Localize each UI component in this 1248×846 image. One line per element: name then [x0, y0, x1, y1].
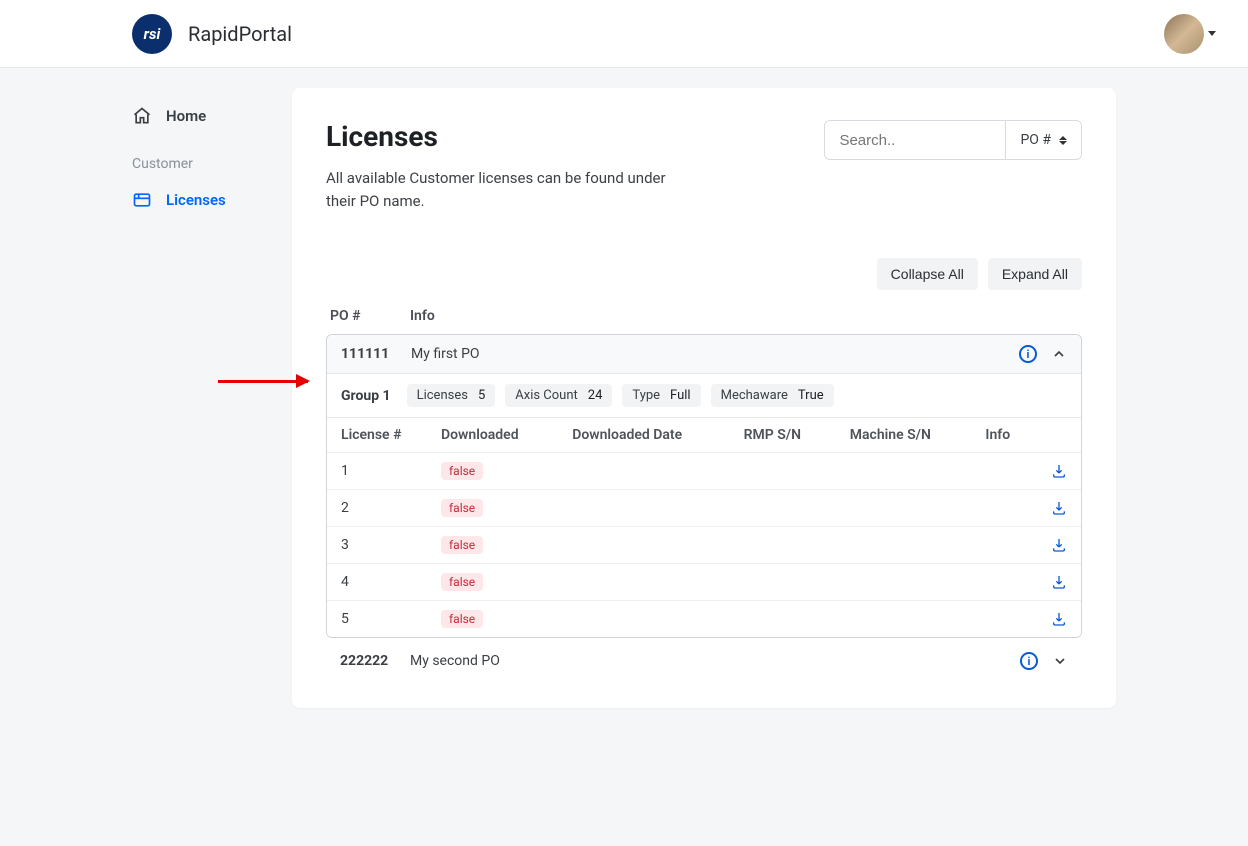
download-icon[interactable] [1051, 537, 1067, 553]
search-filter-label: PO # [1020, 132, 1051, 148]
nav-home-label: Home [166, 107, 206, 125]
th-downloaded-date: Downloaded Date [558, 418, 729, 453]
page-title: Licenses [326, 120, 686, 153]
download-icon[interactable] [1051, 500, 1067, 516]
th-downloaded: Downloaded [427, 418, 558, 453]
nav-section-customer: Customer [132, 136, 272, 180]
search-box: PO # [824, 120, 1082, 160]
cell-downloaded: false [427, 453, 558, 490]
info-icon[interactable]: i [1020, 652, 1038, 670]
sort-icon [1059, 136, 1067, 145]
top-bar: rsi RapidPortal [0, 0, 1248, 68]
table-row: 1false [327, 453, 1081, 490]
th-machine-sn: Machine S/N [836, 418, 972, 453]
brand-logo: rsi [132, 14, 172, 54]
license-table: License # Downloaded Downloaded Date RMP… [327, 417, 1081, 637]
main-card: Licenses All available Customer licenses… [292, 88, 1116, 708]
po-number: 111111 [341, 346, 391, 362]
table-row: 2false [327, 490, 1081, 527]
th-rmp-sn: RMP S/N [730, 418, 836, 453]
download-icon[interactable] [1051, 463, 1067, 479]
cell-license-num: 5 [327, 601, 427, 638]
home-icon [132, 106, 152, 126]
po-row-collapsed[interactable]: 222222 My second PO i [326, 638, 1082, 674]
nav-licenses[interactable]: Licenses [132, 180, 272, 220]
chevron-down-icon[interactable] [1052, 653, 1068, 669]
po-accordion: 111111 My first PO i Group 1 Licenses5 A… [326, 334, 1082, 638]
brand-name: RapidPortal [188, 22, 292, 46]
nav-licenses-label: Licenses [166, 191, 226, 209]
po-row-expanded[interactable]: 111111 My first PO i [327, 335, 1081, 373]
tag-mechaware: MechawareTrue [711, 384, 834, 407]
cell-downloaded: false [427, 490, 558, 527]
brand: rsi RapidPortal [132, 14, 292, 54]
caret-down-icon [1208, 31, 1216, 36]
table-row: 3false [327, 527, 1081, 564]
cell-license-num: 3 [327, 527, 427, 564]
download-icon[interactable] [1051, 574, 1067, 590]
page-subtitle: All available Customer licenses can be f… [326, 167, 686, 212]
avatar [1164, 14, 1204, 54]
info-icon[interactable]: i [1019, 345, 1037, 363]
group-name: Group 1 [341, 388, 391, 404]
po-info: My second PO [410, 653, 1000, 669]
search-input[interactable] [825, 121, 1005, 159]
chevron-up-icon[interactable] [1051, 346, 1067, 362]
cell-downloaded: false [427, 601, 558, 638]
cell-license-num: 4 [327, 564, 427, 601]
nav-home[interactable]: Home [132, 96, 272, 136]
user-menu[interactable] [1164, 14, 1216, 54]
cell-license-num: 2 [327, 490, 427, 527]
tag-licenses: Licenses5 [407, 384, 496, 407]
cell-license-num: 1 [327, 453, 427, 490]
tag-type: TypeFull [622, 384, 700, 407]
group-bar: Group 1 Licenses5 Axis Count24 TypeFull … [327, 373, 1081, 417]
sidebar: Home Customer Licenses [132, 88, 272, 220]
download-icon[interactable] [1051, 611, 1067, 627]
cell-downloaded: false [427, 527, 558, 564]
po-number: 222222 [340, 653, 390, 669]
annotation-arrow [218, 380, 308, 383]
licenses-icon [132, 190, 152, 210]
tag-axis-count: Axis Count24 [505, 384, 612, 407]
po-info: My first PO [411, 346, 999, 362]
search-filter-select[interactable]: PO # [1005, 121, 1081, 159]
po-header-number: PO # [330, 308, 384, 324]
expand-all-button[interactable]: Expand All [988, 258, 1082, 290]
th-info: Info [971, 418, 1037, 453]
collapse-all-button[interactable]: Collapse All [877, 258, 978, 290]
table-row: 4false [327, 564, 1081, 601]
po-list-header: PO # Info [326, 304, 1082, 334]
table-row: 5false [327, 601, 1081, 638]
th-license-num: License # [327, 418, 427, 453]
cell-downloaded: false [427, 564, 558, 601]
po-header-info: Info [410, 308, 435, 324]
